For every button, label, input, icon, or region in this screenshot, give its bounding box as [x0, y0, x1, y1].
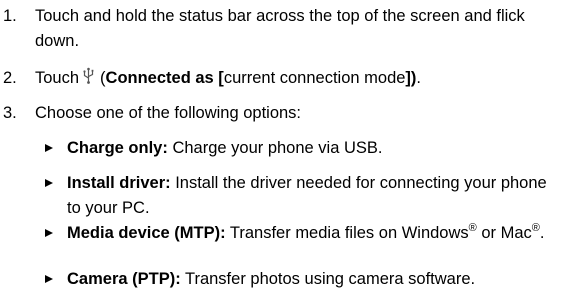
option-description-end: .: [539, 224, 545, 242]
option-text: Charge only: Charge your phone via USB.: [67, 136, 561, 161]
connected-as-label: Connected as [: [105, 69, 224, 87]
step-text-prefix: Touch: [35, 69, 80, 87]
bullet-triangle-icon: [45, 275, 53, 283]
step-number: 2.: [3, 69, 17, 87]
option-text: Media device (MTP): Transfer media files…: [67, 221, 561, 246]
option-text: Camera (PTP): Transfer photos using came…: [67, 267, 561, 292]
step-text: Touch (Connected as [current connection m…: [35, 66, 561, 92]
option-description: Transfer media files on Windows: [225, 224, 469, 242]
option-description: Charge your phone via USB.: [167, 139, 383, 157]
option-label: Charge only:: [67, 139, 168, 157]
step-text: Touch and hold the status bar across the…: [35, 7, 525, 50]
connected-as-close: ]): [405, 69, 417, 87]
bullet-triangle-icon: [45, 179, 53, 187]
option-description-cont: or Mac: [476, 224, 532, 242]
option-text: Install driver: Install the driver neede…: [67, 171, 561, 221]
step-text-suffix: .: [416, 69, 422, 87]
step-number: 3.: [3, 104, 17, 122]
registered-mark: ®: [468, 222, 477, 234]
bullet-triangle-icon: [45, 144, 53, 152]
option-label: Camera (PTP):: [67, 270, 181, 288]
option-label: Install driver:: [67, 174, 171, 192]
option-description: Transfer photos using camera software.: [180, 270, 476, 288]
option-label: Media device (MTP):: [67, 224, 226, 242]
instruction-page: 1. Touch and hold the status bar across …: [0, 0, 568, 294]
usb-icon: [83, 67, 94, 92]
step-text: Choose one of the following options:: [35, 104, 302, 122]
registered-mark: ®: [531, 222, 540, 234]
connection-mode-placeholder: current connection mode: [223, 69, 406, 87]
bullet-triangle-icon: [45, 229, 53, 237]
step-number: 1.: [3, 7, 17, 25]
